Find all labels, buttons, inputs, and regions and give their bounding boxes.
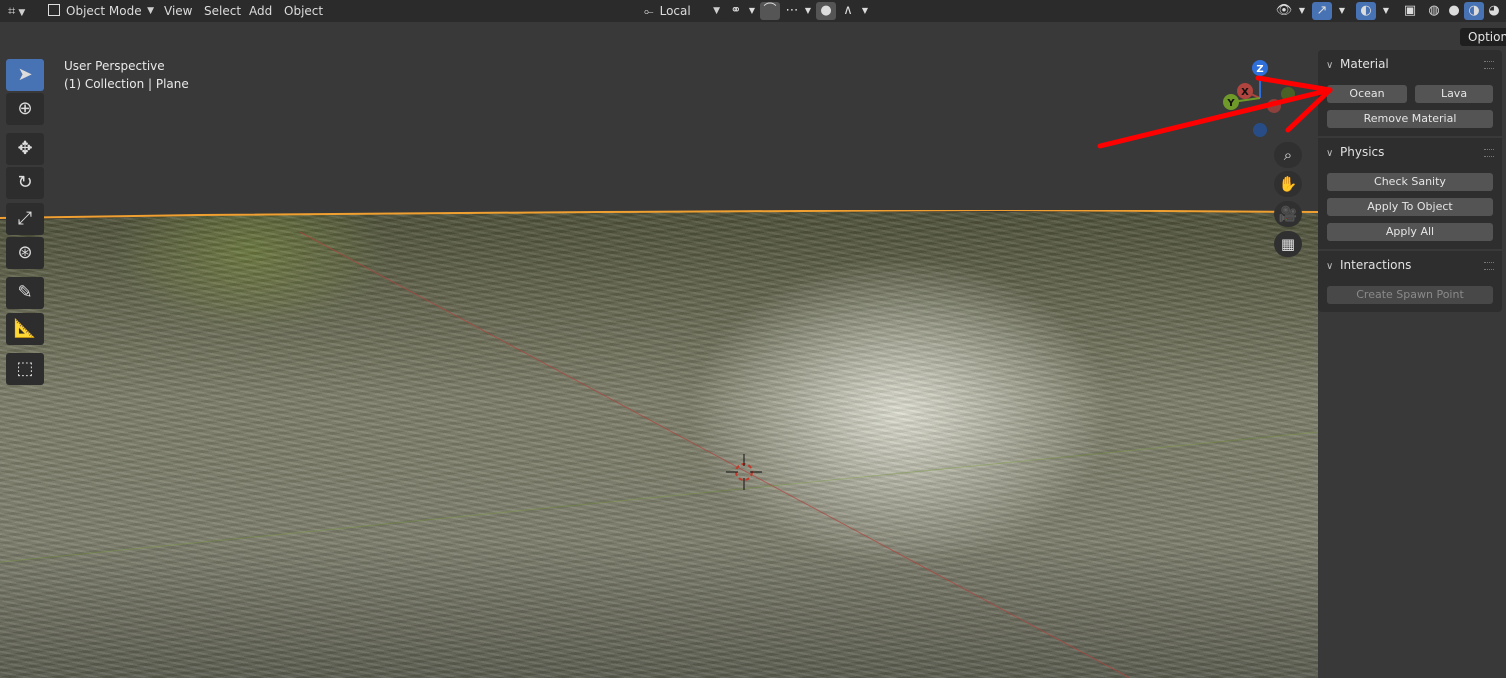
check-sanity-button[interactable]: Check Sanity: [1327, 173, 1493, 191]
chevron-down-icon[interactable]: ▼: [855, 2, 875, 20]
chevron-down-icon: ▼: [713, 6, 720, 16]
collection-label: (1) Collection | Plane: [64, 77, 189, 91]
chevron-down-icon: ▼: [18, 8, 26, 18]
panel-divider: [1318, 249, 1502, 251]
drag-grip-icon[interactable]: [1484, 61, 1494, 69]
transform-icon: ⊛: [17, 242, 33, 263]
menu-object[interactable]: Object: [280, 2, 327, 20]
menu-view[interactable]: View: [160, 2, 196, 20]
axis-lines: [0, 231, 1318, 678]
create-spawn-point-button[interactable]: Create Spawn Point: [1327, 286, 1493, 304]
add-cube-icon: ⬚: [16, 358, 34, 379]
apply-all-button[interactable]: Apply All: [1327, 223, 1493, 241]
rendered-shading-icon[interactable]: ◕: [1484, 2, 1504, 20]
editor-type-button[interactable]: ⌗ ▼: [8, 2, 25, 20]
chevron-down-icon[interactable]: ▼: [798, 2, 818, 20]
camera-grid-icon: ⌗: [8, 4, 16, 19]
scale-icon: ⤢: [17, 208, 33, 229]
move-tool[interactable]: ✥: [6, 133, 44, 165]
chevron-down-icon: ▼: [147, 6, 154, 16]
orientation-icon: ⟜: [644, 4, 654, 18]
annotation-arrow-icon: [1097, 75, 1333, 149]
viewport-info: User Perspective (1) Collection | Plane: [64, 57, 189, 93]
pencil-icon: ✎: [17, 282, 33, 303]
transform-tool[interactable]: ⊛: [6, 237, 44, 269]
solid-shading-icon[interactable]: ●: [1444, 2, 1464, 20]
proportional-edit-icon[interactable]: ●: [816, 2, 836, 20]
ruler-icon: 📐: [13, 318, 37, 339]
cursor-tool[interactable]: ⊕: [6, 93, 44, 125]
interactions-panel-title: Interactions: [1340, 258, 1412, 272]
cursor-arrow-icon: ➤: [17, 64, 33, 85]
wireframe-shading-icon[interactable]: ◍: [1424, 2, 1444, 20]
drag-grip-icon[interactable]: [1484, 149, 1494, 157]
apply-to-object-button[interactable]: Apply To Object: [1327, 198, 1493, 216]
physics-panel-title: Physics: [1340, 145, 1385, 159]
interactions-panel-header[interactable]: ∨ Interactions: [1326, 255, 1411, 275]
menu-add[interactable]: Add: [245, 2, 276, 20]
measure-tool[interactable]: 📐: [6, 313, 44, 345]
visibility-eye-icon[interactable]: 👁: [1274, 2, 1294, 20]
move-icon: ✥: [17, 138, 33, 159]
chevron-down-icon: ∨: [1326, 261, 1334, 272]
select-box-tool[interactable]: ➤: [6, 59, 44, 91]
mode-label: Object Mode: [66, 4, 142, 18]
sidebar-panel: ∨ Material Ocean Lava Remove Material ∨ Ph…: [1318, 50, 1502, 312]
crosshair-icon: ⊕: [17, 98, 33, 119]
chevron-down-icon[interactable]: ▼: [1292, 2, 1312, 20]
snap-icon[interactable]: ⌒: [760, 2, 780, 20]
viewport-header: ⌗ ▼ Object Mode ▼ View Select Add Object ⟜…: [0, 0, 1506, 22]
perspective-grid-icon[interactable]: ▦: [1274, 231, 1302, 257]
mode-dropdown[interactable]: Object Mode ▼: [44, 2, 158, 20]
remove-material-button[interactable]: Remove Material: [1327, 110, 1493, 128]
transform-orientation-dropdown[interactable]: ⟜ Local ▼: [640, 2, 724, 20]
overlays-icon[interactable]: ◐: [1356, 2, 1376, 20]
annotate-tool[interactable]: ✎: [6, 277, 44, 309]
perspective-label: User Perspective: [64, 59, 165, 73]
scale-tool[interactable]: ⤢: [6, 203, 44, 235]
add-cube-tool[interactable]: ⬚: [6, 353, 44, 385]
menu-select[interactable]: Select: [200, 2, 245, 20]
rotate-tool[interactable]: ↻: [6, 167, 44, 199]
orientation-label: Local: [659, 4, 691, 18]
material-panel-title: Material: [1340, 57, 1389, 71]
chevron-down-icon[interactable]: ▼: [1376, 2, 1396, 20]
object-mode-icon: [48, 4, 60, 16]
3d-cursor-icon: [726, 454, 762, 490]
lava-button[interactable]: Lava: [1415, 85, 1493, 103]
gizmo-toggle-icon[interactable]: ↗: [1312, 2, 1332, 20]
drag-grip-icon[interactable]: [1484, 262, 1494, 270]
camera-view-icon[interactable]: 🎥: [1274, 201, 1302, 227]
material-shading-icon[interactable]: ◑: [1464, 2, 1484, 20]
xray-icon[interactable]: ▣: [1400, 2, 1420, 20]
rotate-icon: ↻: [17, 172, 33, 193]
options-button[interactable]: Options: [1460, 28, 1506, 46]
chevron-down-icon[interactable]: ▼: [742, 2, 762, 20]
pan-hand-icon[interactable]: ✋: [1274, 171, 1302, 197]
panel-divider: [1318, 136, 1502, 138]
chevron-down-icon[interactable]: ▼: [1332, 2, 1352, 20]
